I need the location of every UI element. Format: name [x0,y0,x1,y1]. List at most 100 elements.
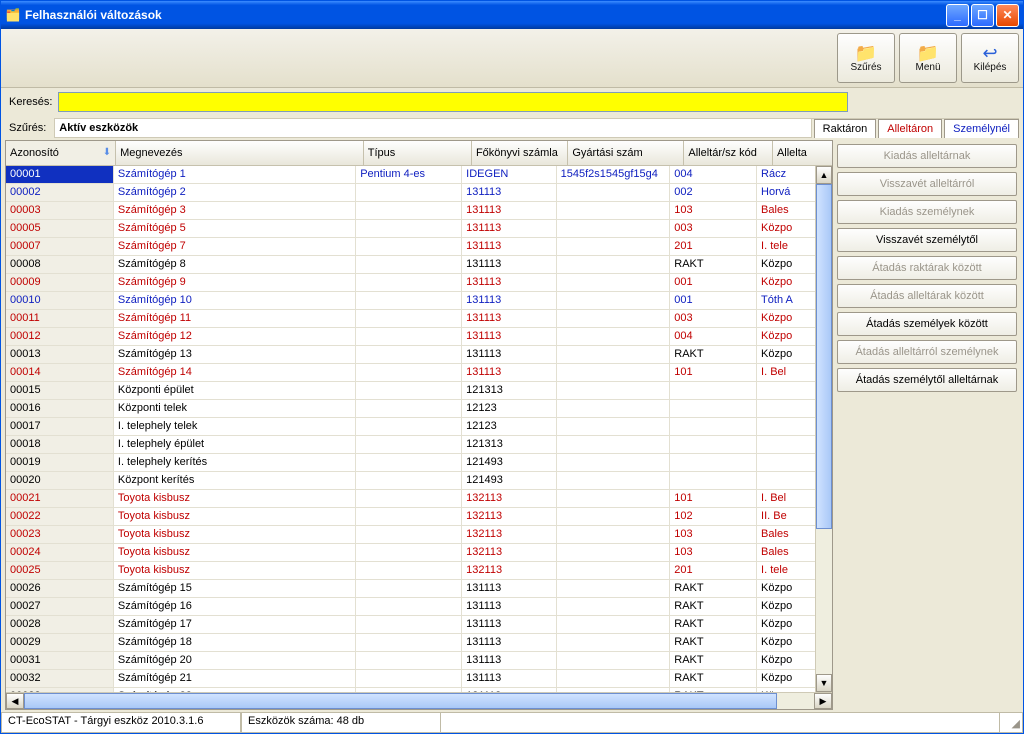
cell [356,688,462,692]
table-row[interactable]: 00016Központi telek12123 [6,400,815,418]
maximize-button[interactable]: ☐ [971,4,994,27]
col-type[interactable]: Típus [364,141,472,165]
table-row[interactable]: 00015Központi épület121313 [6,382,815,400]
tab-inventory[interactable]: Alleltáron [878,119,942,138]
hscroll-track[interactable] [24,693,814,709]
cell: 00023 [6,526,114,543]
table-row[interactable]: 00009Számítógép 9131113001Közpo [6,274,815,292]
cell: 00007 [6,238,114,255]
tab-stock[interactable]: Raktáron [814,119,877,138]
cell: 131113 [462,598,556,615]
table-row[interactable]: 00027Számítógép 16131113RAKTKözpo [6,598,815,616]
btn-issue-inventory[interactable]: Kiadás alleltárnak [837,144,1017,168]
scroll-thumb[interactable] [816,184,832,529]
table-row[interactable]: 00031Számítógép 20131113RAKTKözpo [6,652,815,670]
cell: Bales [757,544,815,561]
cell: Közpo [757,670,815,687]
table-row[interactable]: 00019I. telephely kerítés121493 [6,454,815,472]
table-row[interactable]: 00014Számítógép 14131113101I. Bel [6,364,815,382]
filter-button[interactable]: 📁 Szűrés [837,33,895,83]
btn-return-person[interactable]: Visszavét személytől [837,228,1017,252]
btn-transfer-person-to-inv[interactable]: Átadás személytől alleltárnak [837,368,1017,392]
cell: Számítógép 12 [114,328,356,345]
table-row[interactable]: 00032Számítógép 21131113RAKTKözpo [6,670,815,688]
table-row[interactable]: 00010Számítógép 10131113001Tóth A [6,292,815,310]
grid-body[interactable]: 00001Számítógép 1Pentium 4-esIDEGEN1545f… [6,166,815,692]
cell [557,472,671,489]
cell [557,328,671,345]
cell: 131113 [462,346,556,363]
tab-person[interactable]: Személynél [944,119,1019,138]
minimize-button[interactable]: _ [946,4,969,27]
col-assign[interactable]: Allelta [773,141,832,165]
cell: 003 [670,220,757,237]
cell: Számítógép 17 [114,616,356,633]
scroll-up-button[interactable]: ▲ [816,166,832,184]
scroll-left-button[interactable]: ◀ [6,693,24,709]
menu-button[interactable]: 📁 Menü [899,33,957,83]
vertical-scrollbar[interactable]: ▲ ▼ [815,166,832,692]
table-row[interactable]: 00020Központ kerítés121493 [6,472,815,490]
cell: 131113 [462,184,556,201]
close-button[interactable]: ✕ [996,4,1019,27]
cell: 131113 [462,292,556,309]
cell [356,526,462,543]
table-row[interactable]: 00001Számítógép 1Pentium 4-esIDEGEN1545f… [6,166,815,184]
cell [557,418,671,435]
btn-transfer-stocks[interactable]: Átadás raktárak között [837,256,1017,280]
col-serial[interactable]: Gyártási szám [568,141,684,165]
table-row[interactable]: 00018I. telephely épület121313 [6,436,815,454]
horizontal-scrollbar[interactable]: ◀ ▶ [6,692,832,709]
table-row[interactable]: 00021Toyota kisbusz132113101I. Bel [6,490,815,508]
table-row[interactable]: 00002Számítógép 2131113002Horvá [6,184,815,202]
btn-issue-person[interactable]: Kiadás személynek [837,200,1017,224]
cell [557,274,671,291]
btn-transfer-inv-to-person[interactable]: Átadás alleltárról személynek [837,340,1017,364]
cell [557,238,671,255]
titlebar[interactable]: 🗂️ Felhasználói változások _ ☐ ✕ [1,1,1023,29]
btn-transfer-persons[interactable]: Átadás személyek között [837,312,1017,336]
cell: Bales [757,526,815,543]
table-row[interactable]: 00024Toyota kisbusz132113103Bales [6,544,815,562]
cell [670,436,757,453]
hscroll-thumb[interactable] [24,693,777,709]
scroll-track[interactable] [816,184,832,674]
table-row[interactable]: 00012Számítógép 12131113004Közpo [6,328,815,346]
search-input[interactable] [58,92,848,112]
cell: 00011 [6,310,114,327]
table-row[interactable]: 00029Számítógép 18131113RAKTKözpo [6,634,815,652]
cell: 101 [670,490,757,507]
btn-transfer-inventories[interactable]: Átadás alleltárak között [837,284,1017,308]
btn-return-inventory[interactable]: Visszavét alleltárról [837,172,1017,196]
data-grid: Azonosító Megnevezés Típus Főkönyvi szám… [5,140,833,710]
table-row[interactable]: 00022Toyota kisbusz132113102II. Be [6,508,815,526]
table-row[interactable]: 00008Számítógép 8131113RAKTKözpo [6,256,815,274]
scroll-right-button[interactable]: ▶ [814,693,832,709]
table-row[interactable]: 00025Toyota kisbusz132113201I. tele [6,562,815,580]
table-row[interactable]: 00005Számítógép 5131113003Közpo [6,220,815,238]
resize-grip-icon[interactable]: ◢ [1000,713,1023,733]
table-row[interactable]: 00003Számítógép 3131113103Bales [6,202,815,220]
table-row[interactable]: 00023Toyota kisbusz132113103Bales [6,526,815,544]
col-name[interactable]: Megnevezés [116,141,364,165]
table-row[interactable]: 00033Számítógép 22131113RAKTKözpo [6,688,815,692]
col-id[interactable]: Azonosító [6,141,116,165]
table-row[interactable]: 00017I. telephely telek12123 [6,418,815,436]
cell: II. Be [757,508,815,525]
cell: Számítógép 5 [114,220,356,237]
col-inv[interactable]: Alleltár/sz kód [684,141,773,165]
cell: IDEGEN [462,166,556,183]
exit-button[interactable]: ↩ Kilépés [961,33,1019,83]
cell: 00013 [6,346,114,363]
table-row[interactable]: 00028Számítógép 17131113RAKTKözpo [6,616,815,634]
scroll-down-button[interactable]: ▼ [816,674,832,692]
cell: 121313 [462,436,556,453]
table-row[interactable]: 00007Számítógép 7131113201I. tele [6,238,815,256]
cell: I. telephely kerítés [114,454,356,471]
cell [557,382,671,399]
table-row[interactable]: 00013Számítógép 13131113RAKTKözpo [6,346,815,364]
col-acct[interactable]: Főkönyvi számla [472,141,568,165]
table-row[interactable]: 00011Számítógép 11131113003Közpo [6,310,815,328]
cell: 00032 [6,670,114,687]
table-row[interactable]: 00026Számítógép 15131113RAKTKözpo [6,580,815,598]
